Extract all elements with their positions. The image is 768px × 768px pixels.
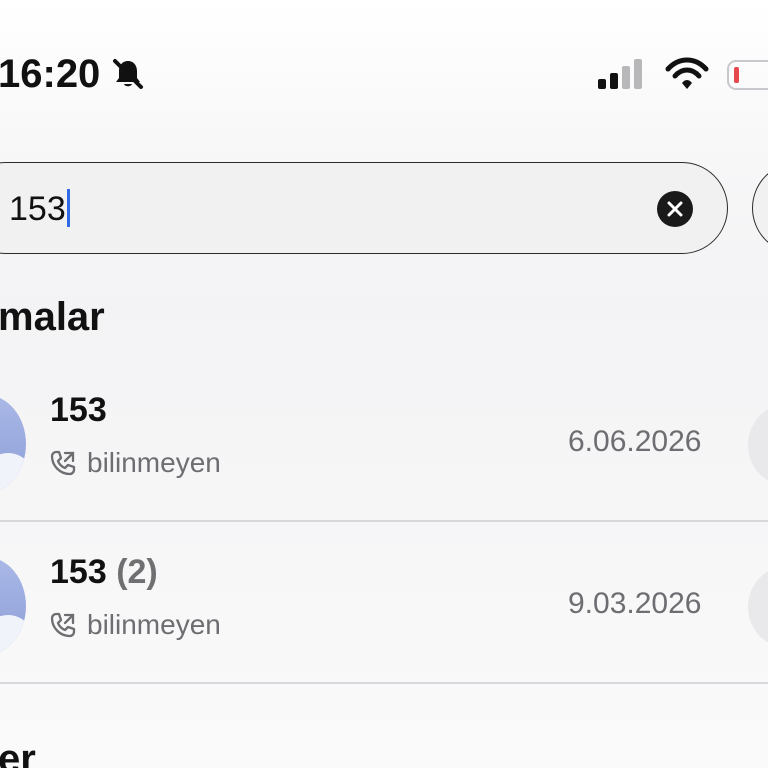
contact-number: 153 [50,553,107,591]
call-count: (2) [116,553,158,591]
divider [0,682,768,684]
outgoing-call-icon [50,612,76,638]
status-time: 16:20 [0,52,101,96]
call-status: bilinmeyen [87,609,221,640]
list-item[interactable]: 153 bilinmeyen 6.06.2026 [0,360,768,521]
contact-number: 153 [50,391,107,429]
list-item[interactable]: 153 (2) bilinmeyen 9.03.2026 [0,522,768,683]
battery-low-icon [727,60,768,90]
search-field[interactable]: 153 [0,162,728,254]
contact-title: 153 [50,389,107,431]
info-button[interactable] [748,565,768,649]
wifi-icon [665,57,709,89]
info-button[interactable] [748,403,768,487]
cellular-signal-icon [598,59,642,89]
text-caret [66,189,70,227]
section-title-calls: malar [0,295,105,339]
search-input-value: 153 [9,190,66,228]
avatar [0,395,26,493]
bell-slash-icon [113,59,143,89]
call-date: 9.03.2026 [568,587,702,620]
search-side-button[interactable] [752,162,768,254]
section-title-contacts: er [0,737,36,768]
contact-title: 153 (2) [50,551,158,593]
call-date: 6.06.2026 [568,425,702,458]
recents-search-screen: 16:20 153 malar 153 bilinmeyen 6.06.2026… [0,0,768,768]
search-input[interactable]: 153 [9,187,70,231]
outgoing-call-icon [50,450,76,476]
xmark-circle-icon [667,201,683,217]
clear-search-button[interactable] [657,191,693,227]
avatar [0,557,26,655]
call-status: bilinmeyen [87,447,221,478]
